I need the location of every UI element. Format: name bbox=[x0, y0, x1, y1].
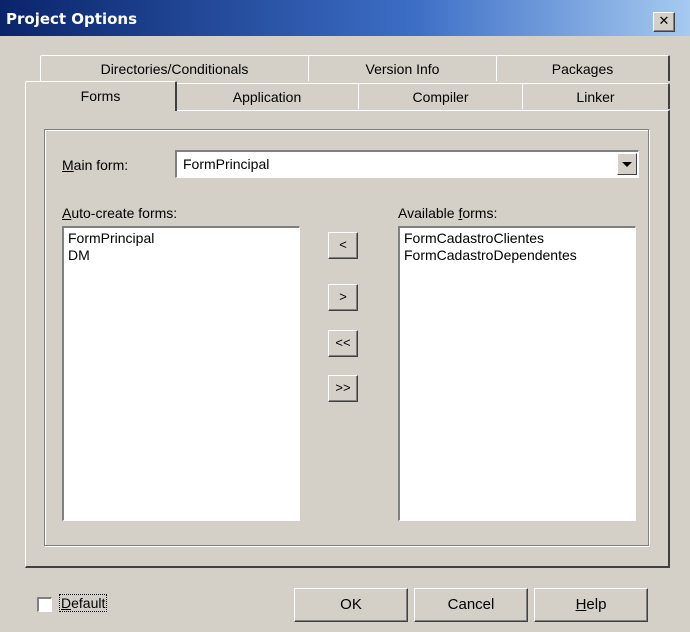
help-button[interactable]: Help bbox=[534, 588, 648, 622]
tab-label: Version Info bbox=[365, 61, 440, 77]
list-item[interactable]: FormCadastroDependentes bbox=[404, 247, 631, 264]
cancel-button[interactable]: Cancel bbox=[414, 588, 528, 622]
available-forms-list[interactable]: FormCadastroClientes FormCadastroDepende… bbox=[398, 226, 636, 521]
main-form-value: FormPrincipal bbox=[183, 156, 270, 172]
tab-application[interactable]: Application bbox=[175, 83, 360, 109]
ok-button[interactable]: OK bbox=[294, 588, 408, 622]
tab-label: Directories/Conditionals bbox=[100, 61, 249, 77]
tab-forms[interactable]: Forms bbox=[25, 81, 177, 111]
main-form-select[interactable]: FormPrincipal bbox=[175, 150, 639, 178]
window-title: Project Options bbox=[6, 10, 138, 28]
tab-linker[interactable]: Linker bbox=[522, 83, 670, 109]
tab-label: Compiler bbox=[412, 89, 469, 105]
list-item[interactable]: FormCadastroClientes bbox=[404, 230, 631, 247]
title-bar: Project Options ✕ bbox=[0, 0, 690, 36]
list-item[interactable]: FormPrincipal bbox=[68, 230, 295, 247]
move-left-button[interactable]: < bbox=[328, 232, 358, 259]
auto-create-forms-list[interactable]: FormPrincipal DM bbox=[62, 226, 300, 521]
tab-directories-conditionals[interactable]: Directories/Conditionals bbox=[40, 55, 310, 81]
list-item[interactable]: DM bbox=[68, 247, 295, 264]
move-all-right-button[interactable]: >> bbox=[328, 375, 358, 402]
default-checkbox[interactable] bbox=[37, 597, 52, 612]
tab-version-info[interactable]: Version Info bbox=[308, 55, 498, 81]
tab-label: Packages bbox=[551, 61, 614, 77]
move-right-button[interactable]: > bbox=[328, 284, 358, 311]
tab-label: Forms bbox=[80, 88, 121, 104]
tab-packages[interactable]: Packages bbox=[496, 55, 670, 81]
move-all-left-button[interactable]: << bbox=[328, 330, 358, 357]
default-checkbox-label[interactable]: Default bbox=[58, 594, 108, 612]
tab-label: Linker bbox=[576, 89, 615, 105]
available-forms-label: Available forms: bbox=[398, 205, 498, 221]
auto-create-forms-label: Auto-create forms: bbox=[62, 205, 178, 221]
tab-label: Application bbox=[232, 89, 302, 105]
close-button[interactable]: ✕ bbox=[653, 12, 675, 32]
tab-compiler[interactable]: Compiler bbox=[358, 83, 524, 109]
chevron-down-icon[interactable] bbox=[617, 153, 637, 175]
main-form-label: Main form: bbox=[62, 157, 129, 173]
close-icon: ✕ bbox=[658, 14, 670, 29]
